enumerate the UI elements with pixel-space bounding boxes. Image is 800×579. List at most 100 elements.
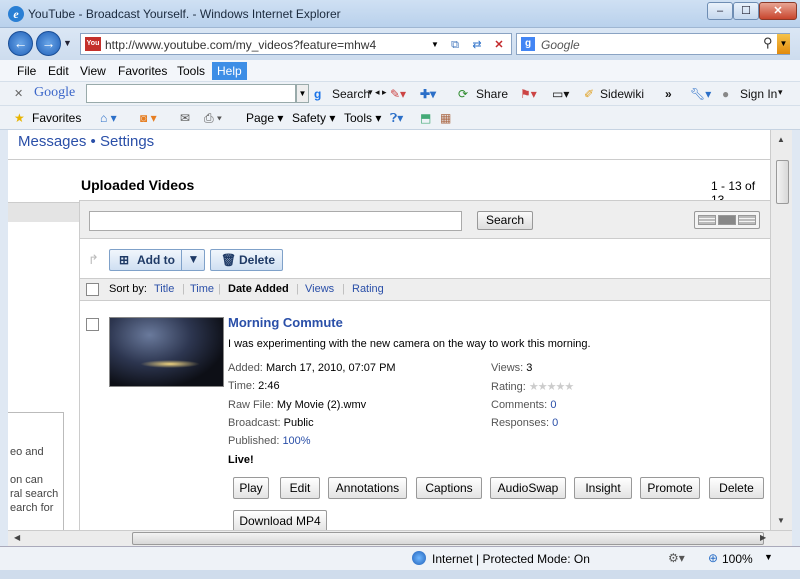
highlight-icon[interactable]: ▭▾	[552, 87, 569, 101]
list-view-icon[interactable]	[698, 215, 716, 225]
sort-views[interactable]: Views	[305, 283, 334, 295]
vertical-scrollbar[interactable]: ▲ ▼	[770, 130, 792, 530]
close-toolbar-icon[interactable]: ✕	[14, 87, 23, 100]
annotations-button[interactable]: Annotations	[328, 477, 407, 499]
compatibility-view-icon[interactable]: ⧉	[447, 37, 463, 53]
page-menu[interactable]: Page ▾	[246, 111, 283, 125]
favorites-button[interactable]: Favorites	[32, 111, 81, 125]
bookmark-icon[interactable]: ✎▾	[390, 87, 406, 101]
favorites-star-icon[interactable]: ★	[14, 111, 25, 125]
zoom-icon[interactable]: ⊕	[708, 551, 718, 565]
more-chevron-icon[interactable]: »	[665, 87, 672, 101]
horizontal-scrollbar[interactable]: ◀ ▶	[8, 530, 792, 546]
sign-in-button[interactable]: Sign In	[740, 87, 777, 101]
home-icon[interactable]: ⌂ ▾	[100, 111, 117, 125]
sidewiki-icon[interactable]: ✐	[584, 87, 594, 101]
edit-button[interactable]: Edit	[280, 477, 320, 499]
video-checkbox[interactable]	[86, 318, 99, 331]
delete-video-button[interactable]: Delete	[709, 477, 764, 499]
insight-button[interactable]: Insight	[574, 477, 632, 499]
google-search-icon[interactable]: g	[314, 87, 321, 101]
detail-view-icon[interactable]	[718, 215, 736, 225]
sign-in-dropdown-icon[interactable]: ▾	[778, 87, 783, 98]
sidewiki-button[interactable]: Sidewiki	[600, 87, 644, 101]
share-button[interactable]: Share	[476, 87, 508, 101]
back-button[interactable]: ←	[8, 31, 33, 56]
window-frame-bottom	[0, 570, 800, 579]
address-bar[interactable]: You http://www.youtube.com/my_videos?fea…	[80, 33, 512, 55]
delete-selected-button[interactable]: 🗑︎ Delete	[210, 249, 283, 271]
menu-edit[interactable]: Edit	[48, 64, 69, 78]
add-to-dropdown-icon[interactable]: ▼	[181, 249, 205, 271]
scroll-up-icon[interactable]: ▲	[777, 135, 785, 144]
rss-feed-icon[interactable]: ◙ ▾	[140, 111, 157, 125]
promote-button[interactable]: Promote	[640, 477, 700, 499]
protected-mode-icon[interactable]: ⚙▾	[668, 551, 685, 565]
browser-search-box[interactable]: g Google ⚲ ▼	[516, 33, 790, 55]
video-thumbnail[interactable]	[109, 317, 224, 387]
menu-file[interactable]: File	[17, 64, 36, 78]
play-button[interactable]: Play	[233, 477, 269, 499]
translate-icon[interactable]: ⚑▾	[520, 87, 537, 101]
menu-tools[interactable]: Tools	[177, 64, 205, 78]
google-toolbar-input[interactable]	[86, 84, 296, 103]
wrench-settings-icon[interactable]: 🔧︎▾	[690, 87, 711, 101]
live-label: Live!	[228, 454, 254, 466]
published-value[interactable]: 100%	[282, 435, 310, 447]
add-button-icon[interactable]: ✚▾	[420, 87, 436, 101]
research-icon[interactable]: ⬒	[420, 111, 431, 125]
zoom-level[interactable]: 100%	[722, 552, 753, 566]
search-go-icon[interactable]: ⚲	[763, 35, 777, 53]
settings-link[interactable]: Settings	[100, 133, 154, 150]
responses-value[interactable]: 0	[552, 417, 558, 429]
vertical-scroll-thumb[interactable]	[776, 160, 789, 204]
sort-date-added[interactable]: Date Added	[228, 283, 289, 295]
help-icon[interactable]: ❓︎▾	[390, 111, 403, 126]
safety-menu[interactable]: Safety ▾	[292, 111, 335, 125]
view-mode-toggle[interactable]	[694, 211, 760, 229]
download-mp4-button[interactable]: Download MP4	[233, 510, 327, 530]
video-search-input[interactable]	[89, 211, 462, 231]
close-button[interactable]: ✕	[759, 2, 797, 20]
google-search-button[interactable]: Search	[332, 87, 370, 101]
security-zone[interactable]: Internet | Protected Mode: On	[432, 552, 590, 566]
google-logo[interactable]: Google	[34, 85, 75, 101]
history-dropdown-icon[interactable]: ▼	[63, 38, 72, 48]
audioswap-button[interactable]: AudioSwap	[490, 477, 566, 499]
comments-value[interactable]: 0	[550, 399, 556, 411]
sort-time[interactable]: Time	[190, 283, 214, 295]
scroll-left-icon[interactable]: ◀	[14, 533, 20, 542]
zoom-dropdown-icon[interactable]: ▼	[764, 552, 773, 562]
menu-favorites[interactable]: Favorites	[118, 64, 167, 78]
search-dropdown-icon[interactable]: ▾ ◂ ▸	[368, 87, 387, 98]
forward-button[interactable]: →	[36, 31, 61, 56]
video-title-link[interactable]: Morning Commute	[228, 315, 343, 330]
messages-link[interactable]: Messages	[18, 133, 86, 150]
minimize-button[interactable]: ‒	[707, 2, 733, 20]
read-mail-icon[interactable]: ✉	[180, 111, 190, 125]
sort-title[interactable]: Title	[154, 283, 174, 295]
refresh-icon[interactable]: ⇄	[469, 37, 485, 53]
sign-in-icon[interactable]: ●	[722, 87, 729, 101]
menu-help[interactable]: Help	[212, 62, 247, 80]
search-placeholder[interactable]: Google	[541, 38, 580, 52]
video-search-button[interactable]: Search	[477, 211, 533, 230]
scroll-right-icon[interactable]: ▶	[760, 533, 766, 542]
sort-rating[interactable]: Rating	[352, 283, 384, 295]
grid-view-icon[interactable]	[738, 215, 756, 225]
url-text[interactable]: http://www.youtube.com/my_videos?feature…	[105, 38, 376, 52]
captions-button[interactable]: Captions	[416, 477, 482, 499]
menu-view[interactable]: View	[80, 64, 106, 78]
onenote-icon[interactable]: ▦	[440, 111, 451, 125]
maximize-button[interactable]: ☐	[733, 2, 759, 20]
stop-icon[interactable]: ✕	[491, 37, 507, 53]
select-all-checkbox[interactable]	[86, 283, 99, 296]
tools-menu[interactable]: Tools ▾	[344, 111, 381, 125]
print-icon[interactable]: ⎙ ▾	[204, 111, 222, 126]
url-dropdown-icon[interactable]: ▼	[427, 37, 443, 53]
scroll-down-icon[interactable]: ▼	[777, 516, 785, 525]
share-icon[interactable]: ⟳	[458, 87, 468, 101]
search-options-dropdown-icon[interactable]: ▼	[777, 34, 790, 54]
google-input-dropdown-icon[interactable]: ▼	[296, 84, 309, 103]
horizontal-scroll-thumb[interactable]	[132, 532, 764, 545]
